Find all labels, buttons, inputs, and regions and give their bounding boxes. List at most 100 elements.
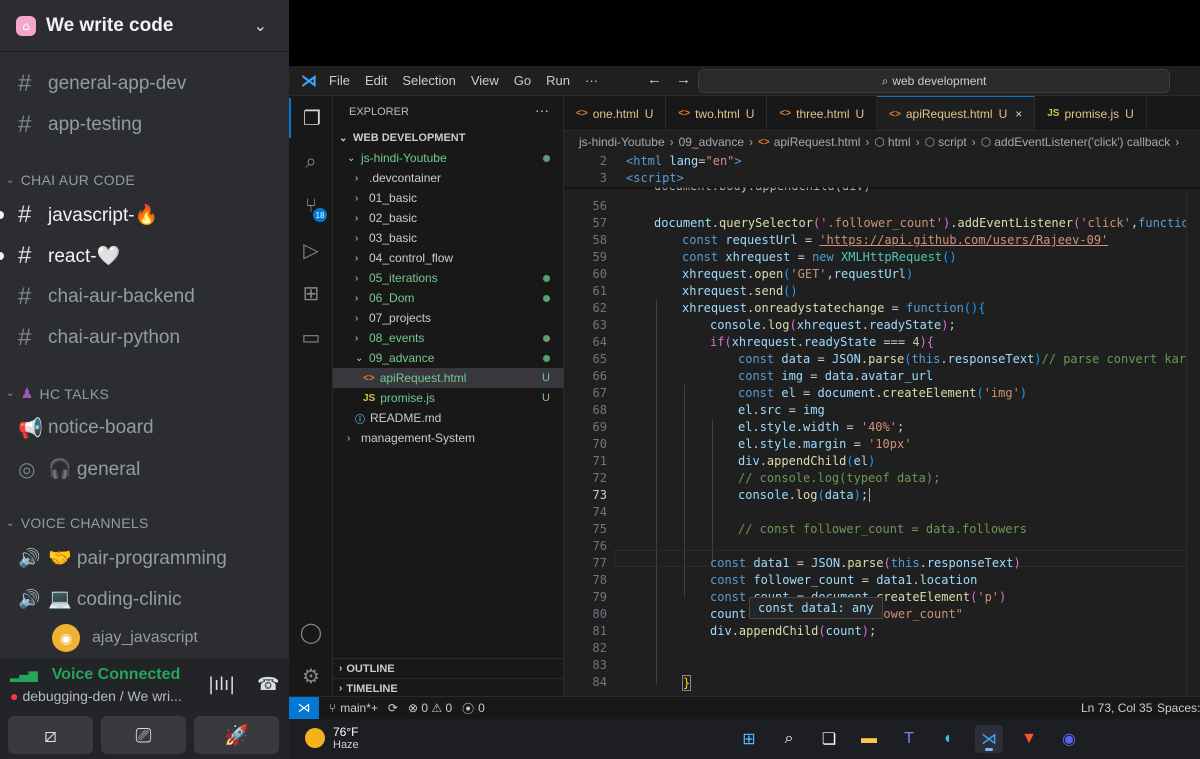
command-center-search[interactable]: ⌕ web development [698,69,1170,93]
channel-general-app-dev[interactable]: # general-app-dev [8,65,281,103]
menu-run[interactable]: Run [546,73,570,88]
tree-folder-03-basic[interactable]: › 03_basic [333,228,564,248]
breadcrumb-item[interactable]: 09_advance [679,135,744,149]
problems-indicator[interactable]: ⊗ 0 ⚠ 0 [408,701,452,715]
run-debug-icon[interactable]: ▷ [289,230,333,270]
breadcrumb-item[interactable]: script [938,135,967,149]
tree-folder-management-system[interactable]: › management-System [333,428,564,448]
cursor-position[interactable]: Ln 73, Col 35 [1081,701,1152,715]
menu-view[interactable]: View [471,73,499,88]
voice-location[interactable]: ● debugging-den / We wri... [10,688,182,704]
channel-javascript[interactable]: # javascript-🔥 [0,196,281,234]
timeline-section[interactable]: › TIMELINE [333,678,564,698]
activities-button[interactable]: 🚀 [194,716,279,754]
voice-user[interactable]: ◉ ajay_javascript [52,624,198,652]
breadcrumb-item[interactable]: addEventListener('click') callback [994,135,1170,149]
tree-folder-02-basic[interactable]: › 02_basic [333,208,564,228]
tab-three-html[interactable]: <> three.html U [767,96,878,130]
start-icon[interactable]: ⊞ [735,725,763,753]
voice-status[interactable]: ▂▄▆ Voice Connected [10,666,180,684]
tree-folder-09-advance[interactable]: ⌄ 09_advance [333,348,564,368]
search-icon[interactable]: ⌕ [775,725,803,753]
tab-apirequest-html[interactable]: <> apiRequest.html U × [877,96,1036,130]
settings-gear-icon[interactable]: ⚙ [289,656,333,696]
tree-file-readme[interactable]: ⓘ README.md [333,408,564,428]
server-header[interactable]: ⌂ We write code ⌄ [0,0,289,52]
tree-folder-04-control-flow[interactable]: › 04_control_flow [333,248,564,268]
outline-section[interactable]: › OUTLINE [333,658,564,678]
code-editor[interactable]: 2 <html lang="en"> 3 <script> document.b… [564,153,1200,696]
tree-folder-06-dom[interactable]: › 06_Dom [333,288,564,308]
tree-label: 09_advance [369,351,435,365]
teams-icon[interactable]: T [895,725,923,753]
editor-scrollbar[interactable] [1186,153,1200,696]
indentation[interactable]: Spaces: 4 [1157,701,1200,715]
breadcrumb-item[interactable]: html [888,135,911,149]
remote-explorer-icon[interactable]: ▭ [289,317,333,357]
chevron-down-icon: ⌄ [339,132,348,144]
tree-folder-js-hindi-youtube[interactable]: ⌄ js-hindi-Youtube [333,148,564,168]
weather-widget[interactable]: 76°F Haze [305,725,359,751]
chevron-down-icon[interactable]: ⌄ [254,16,267,35]
more-actions-icon[interactable]: ··· [535,102,549,118]
vscode-icon[interactable]: ⋊ [975,725,1003,753]
tree-folder-01-basic[interactable]: › 01_basic [333,188,564,208]
screen-share-button[interactable]: ⎚ [101,716,186,754]
sticky-line[interactable]: 3 <script> [564,170,1200,187]
extensions-icon[interactable]: ⊞ [289,273,333,313]
sync-icon[interactable]: ⟳ [388,701,398,715]
close-icon[interactable]: × [1015,107,1022,121]
voice-channel-pair-programming[interactable]: 🔊 🤝 pair-programming [8,539,281,577]
explorer-icon[interactable]: ❐ [289,98,333,138]
workspace-folder[interactable]: ⌄ WEB DEVELOPMENT [333,128,564,148]
brave-icon[interactable]: ▼ [1015,725,1043,753]
menu-edit[interactable]: Edit [365,73,387,88]
forward-arrow-icon[interactable]: → [676,71,691,88]
tree-file-promise-js[interactable]: JS promise.js U [333,388,564,408]
source-control-icon[interactable]: ⑂ 18 [289,186,333,226]
line-number: 70 [592,437,607,451]
edge-icon[interactable]: ◐ [935,725,963,753]
tree-folder-devcontainer[interactable]: › .devcontainer [333,168,564,188]
category-voice-channels[interactable]: ⌄ VOICE CHANNELS [6,515,149,531]
chevron-right-icon: › [355,192,359,204]
menu-go[interactable]: Go [514,73,531,88]
search-view-icon[interactable]: ⌕ [289,142,333,182]
file-explorer-icon[interactable]: ▬ [855,725,883,753]
channel-general-stage[interactable]: ◎ 🎧 general [8,450,281,488]
tree-folder-07-projects[interactable]: › 07_projects [333,308,564,328]
category-chai-aur-code[interactable]: ⌄ CHAI AUR CODE [6,172,135,188]
tree-file-apirequest-html[interactable]: <> apiRequest.html U [333,368,564,388]
remote-indicator-icon[interactable]: ⋊ [289,696,319,720]
sticky-line[interactable]: 2 <html lang="en"> [564,153,1200,170]
disconnect-icon[interactable]: ☎ [257,674,279,695]
channel-app-testing[interactable]: # app-testing [8,106,281,144]
menu-more[interactable]: ··· [585,73,598,88]
ports-count[interactable]: 0 [478,701,485,715]
menu-selection[interactable]: Selection [402,73,455,88]
camera-off-button[interactable]: ⧄ [8,716,93,754]
channel-chai-aur-python[interactable]: # chai-aur-python [8,319,281,357]
category-hc-talks[interactable]: ⌄ ♟ HC TALKS [6,385,109,402]
git-status: U [542,372,550,384]
back-arrow-icon[interactable]: ← [647,71,662,88]
tree-folder-08-events[interactable]: › 08_events [333,328,564,348]
noise-suppression-icon[interactable]: |ılı| [208,674,235,695]
task-view-icon[interactable]: ❏ [815,725,843,753]
menu-file[interactable]: File [329,73,350,88]
discord-icon[interactable]: ◉ [1055,725,1083,753]
git-branch[interactable]: main*+ [340,701,378,715]
html-file-icon: <> [576,108,588,119]
channel-chai-aur-backend[interactable]: # chai-aur-backend [8,278,281,316]
channel-react[interactable]: # react-🤍 [0,237,281,275]
tab-one-html[interactable]: <> one.html U [564,96,667,130]
channel-notice-board[interactable]: 📢 notice-board [8,409,281,447]
breadcrumb-item[interactable]: js-hindi-Youtube [579,135,665,149]
accounts-icon[interactable]: ◯ [289,612,333,652]
tab-two-html[interactable]: <> two.html U [666,96,768,130]
breadcrumb-separator-icon: › [749,135,754,149]
voice-channel-coding-clinic[interactable]: 🔊 💻 coding-clinic [8,580,281,618]
tree-folder-05-iterations[interactable]: › 05_iterations [333,268,564,288]
tab-promise-js[interactable]: JS promise.js U [1035,96,1147,130]
breadcrumb-item[interactable]: apiRequest.html [774,135,861,149]
